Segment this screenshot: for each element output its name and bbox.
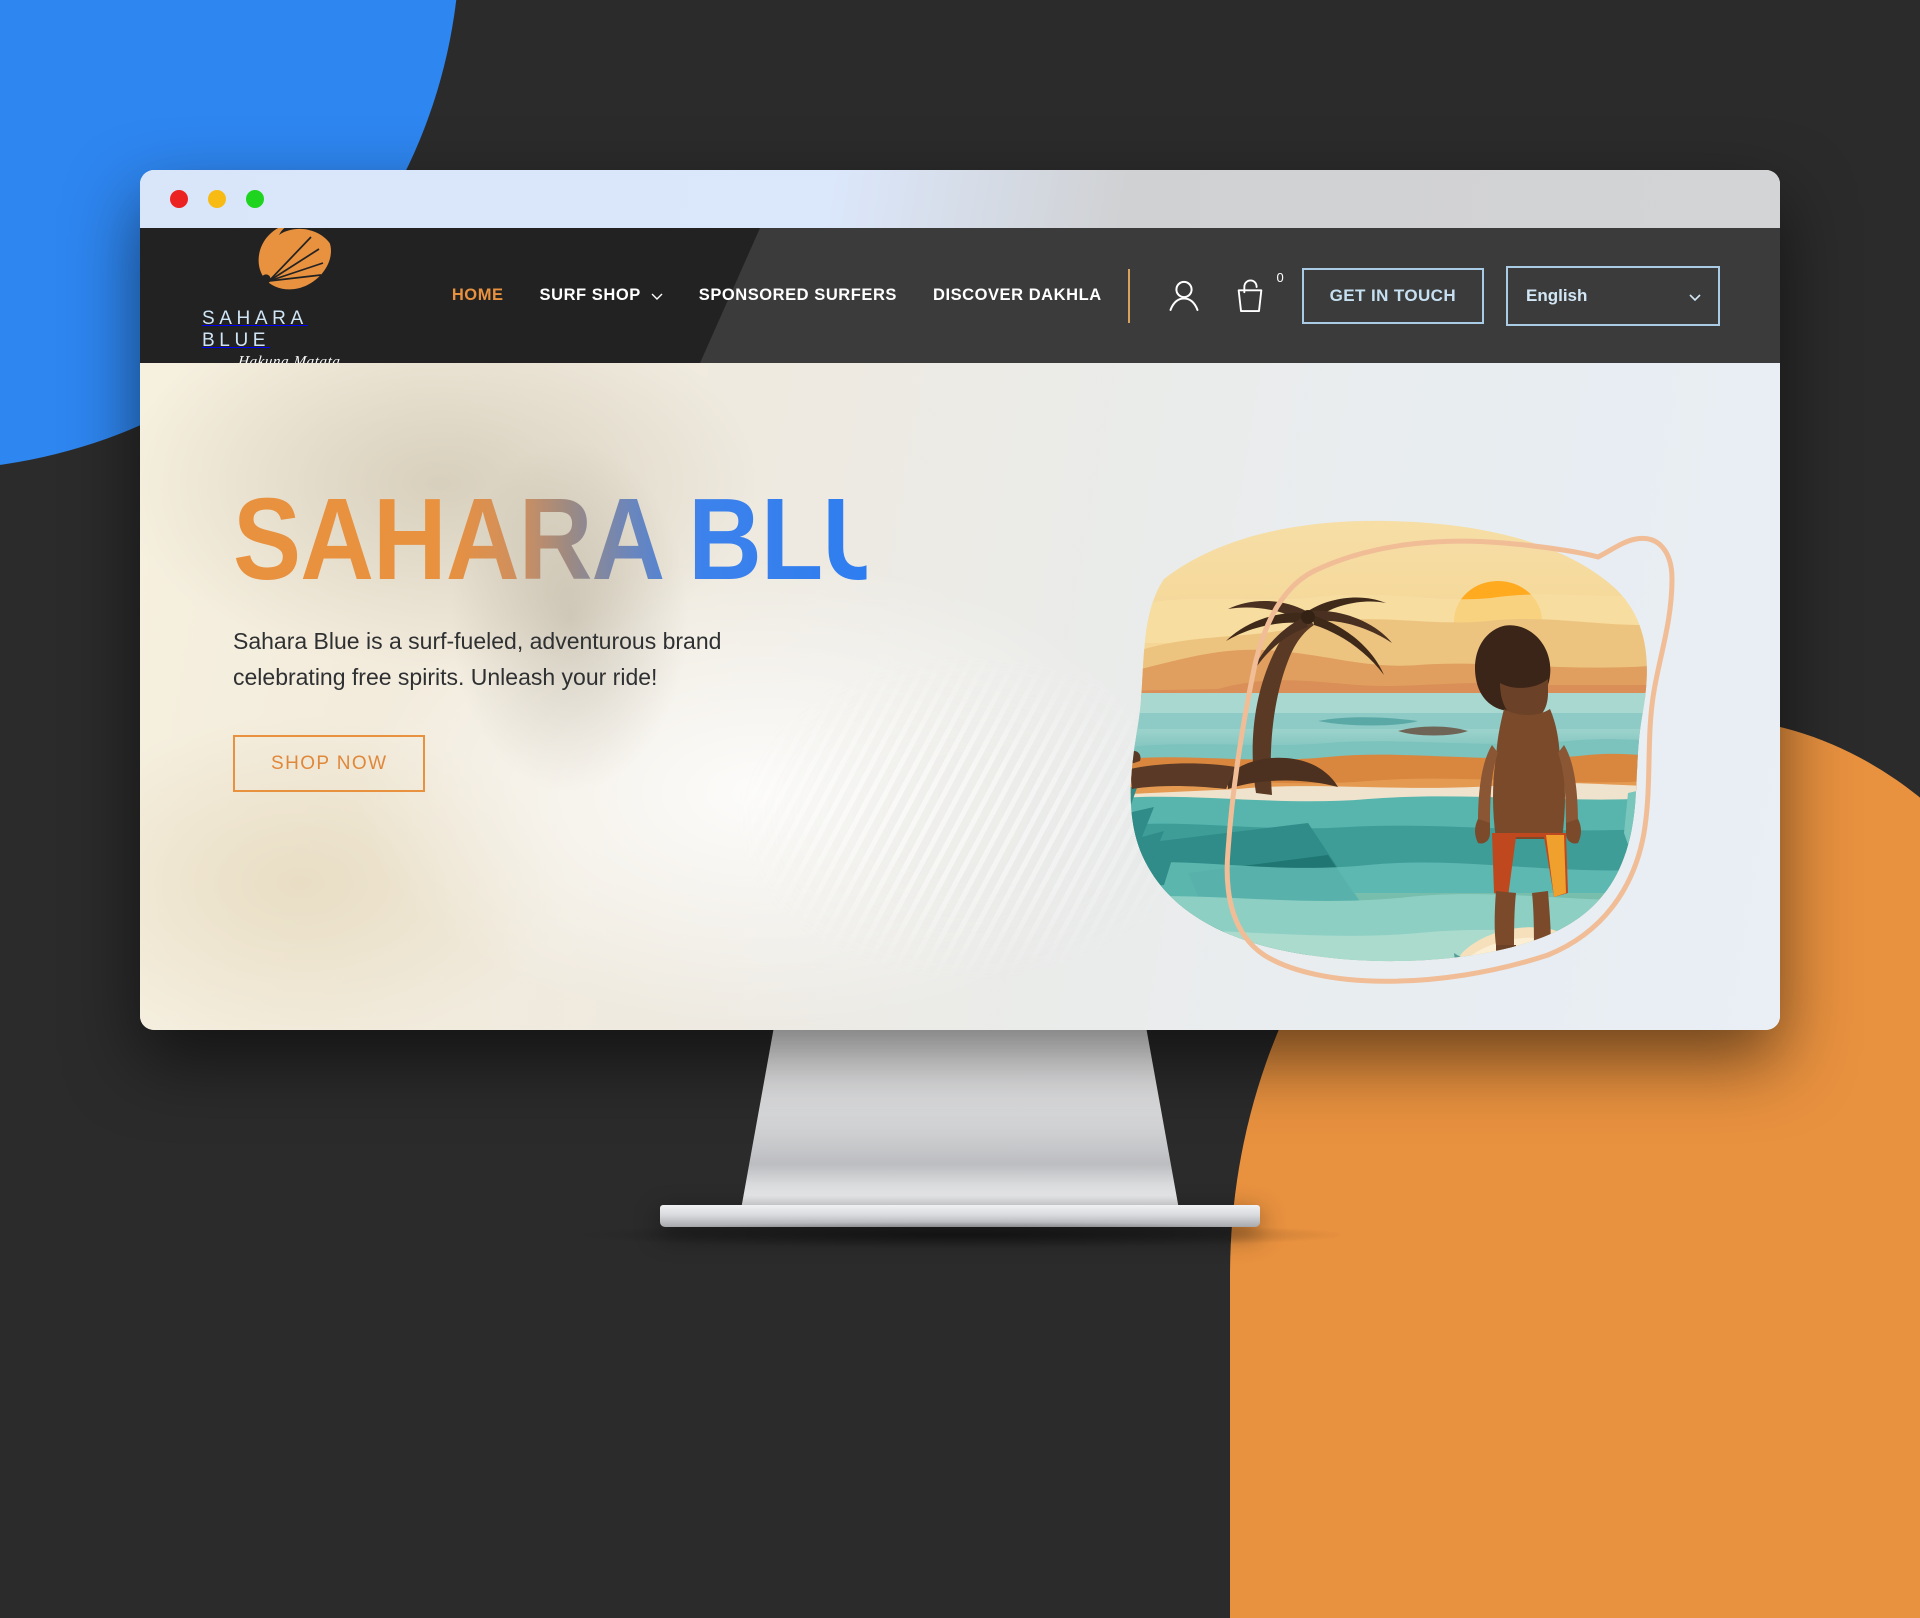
account-button[interactable]: [1162, 274, 1206, 318]
nav-item-home-label: HOME: [451, 286, 504, 304]
chevron-down-icon: [1687, 289, 1701, 302]
kite-surfer-icon: [256, 228, 331, 295]
logo-wordmark: SAHARA BLUE: [202, 307, 308, 351]
site-logo[interactable]: SAHARA BLUE Hakuna Matata: [202, 228, 376, 363]
shopping-bag-icon: [1237, 278, 1262, 312]
shop-now-button[interactable]: SHOP NOW: [233, 735, 426, 793]
main-navigation: HOME SURF SHOP SPONSORED SURFERS DISCOVE…: [452, 286, 1102, 305]
nav-item-discover-dakhla[interactable]: DISCOVER DAKHLA: [933, 286, 1102, 305]
hero-subtitle: Sahara Blue is a surf-fueled, adventurou…: [233, 628, 722, 690]
header-actions: 0 GET IN TOUCH English: [1102, 265, 1720, 326]
maximize-window-button[interactable]: [246, 190, 264, 208]
close-window-button[interactable]: [170, 190, 188, 208]
hero-title: SAHARA BLUE: [233, 474, 963, 604]
nav-item-discover-dakhla-label: DISCOVER DAKHLA: [932, 286, 1102, 304]
cart-count-badge: 0: [1276, 269, 1284, 285]
nav-item-sponsored-surfers-label: SPONSORED SURFERS: [698, 286, 897, 304]
language-selector[interactable]: English: [1506, 265, 1720, 326]
logo-tagline: Hakuna Matata: [236, 353, 342, 364]
get-in-touch-button[interactable]: GET IN TOUCH: [1301, 267, 1484, 324]
hero-copy: SAHARA BLUE Sahara Blue is a surf-fueled…: [233, 474, 963, 793]
browser-titlebar: [140, 170, 1780, 228]
chevron-down-icon: [650, 289, 663, 302]
site-header: SAHARA BLUE Hakuna Matata HOME SURF SHOP…: [140, 228, 1780, 363]
surfer-sunset-illustration: [1130, 520, 1675, 984]
nav-item-surf-shop[interactable]: SURF SHOP: [540, 286, 663, 305]
user-icon: [1169, 280, 1199, 311]
hero-illustration: [1068, 493, 1708, 1013]
monitor-stand-neck: [740, 1020, 1180, 1215]
header-divider: [1127, 268, 1130, 323]
monitor-stand-shadow: [580, 1222, 1340, 1248]
hero-section: SAHARA BLUE Sahara Blue is a surf-fueled…: [140, 363, 1780, 1030]
browser-window: SAHARA BLUE Hakuna Matata HOME SURF SHOP…: [140, 170, 1780, 1030]
nav-item-home[interactable]: HOME: [452, 286, 504, 305]
minimize-window-button[interactable]: [208, 190, 226, 208]
cart-button[interactable]: 0: [1228, 270, 1284, 318]
nav-item-sponsored-surfers[interactable]: SPONSORED SURFERS: [699, 286, 897, 305]
nav-item-surf-shop-label: SURF SHOP: [539, 286, 641, 304]
language-selector-value: English: [1526, 285, 1588, 305]
